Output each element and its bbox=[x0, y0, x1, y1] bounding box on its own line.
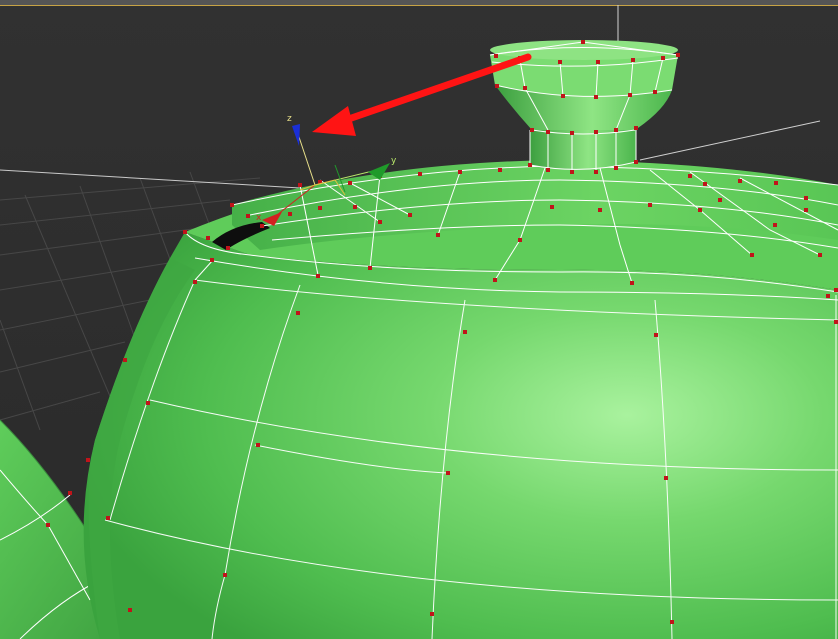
grid-horizon-line-left bbox=[0, 169, 301, 189]
mesh-vertex[interactable] bbox=[463, 330, 467, 334]
perspective-viewport[interactable]: z y x bbox=[0, 0, 838, 639]
red-arrow-icon bbox=[312, 53, 532, 136]
mesh-vertex[interactable] bbox=[688, 174, 692, 178]
grid-horizon-line-right bbox=[639, 120, 821, 161]
mesh-vertex[interactable] bbox=[446, 471, 450, 475]
mesh-vertex[interactable] bbox=[826, 294, 830, 298]
mesh-vertex[interactable] bbox=[834, 288, 838, 292]
mesh-vertex[interactable] bbox=[226, 246, 230, 250]
mesh-vertex[interactable] bbox=[418, 172, 422, 176]
mesh-vertex[interactable] bbox=[494, 54, 498, 58]
mesh-vertex[interactable] bbox=[581, 40, 585, 44]
mesh-vertex[interactable] bbox=[676, 53, 680, 57]
mesh-vertex[interactable] bbox=[774, 181, 778, 185]
mesh-vertex[interactable] bbox=[353, 205, 357, 209]
mesh-vertex[interactable] bbox=[430, 612, 434, 616]
mesh-vertex[interactable] bbox=[546, 130, 550, 134]
mesh-vertex[interactable] bbox=[738, 179, 742, 183]
mesh-vertex[interactable] bbox=[318, 206, 322, 210]
teapot-body[interactable] bbox=[83, 232, 838, 639]
mesh-vertex[interactable] bbox=[630, 281, 634, 285]
mesh-vertex[interactable] bbox=[206, 236, 210, 240]
mesh-vertex[interactable] bbox=[661, 56, 665, 60]
mesh-vertex[interactable] bbox=[378, 220, 382, 224]
mesh-vertex[interactable] bbox=[570, 131, 574, 135]
mesh-vertex[interactable] bbox=[193, 280, 197, 284]
mesh-vertex[interactable] bbox=[530, 128, 534, 132]
mesh-vertex[interactable] bbox=[628, 93, 632, 97]
mesh-vertex[interactable] bbox=[653, 90, 657, 94]
mesh-vertex[interactable] bbox=[518, 238, 522, 242]
mesh-vertex[interactable] bbox=[246, 214, 250, 218]
viewport-scene[interactable]: z y x bbox=[0, 0, 838, 639]
mesh-vertex[interactable] bbox=[46, 523, 50, 527]
mesh-vertex[interactable] bbox=[230, 203, 234, 207]
mesh-vertex[interactable] bbox=[106, 516, 110, 520]
mesh-vertex[interactable] bbox=[804, 196, 808, 200]
mesh-vertex[interactable] bbox=[614, 128, 618, 132]
mesh-vertex[interactable] bbox=[210, 258, 214, 262]
mesh-vertex[interactable] bbox=[570, 170, 574, 174]
mesh-vertex[interactable] bbox=[368, 266, 372, 270]
mesh-vertex[interactable] bbox=[773, 223, 777, 227]
mesh-vertex[interactable] bbox=[654, 333, 658, 337]
mesh-vertex[interactable] bbox=[703, 182, 707, 186]
gizmo-z-arrowhead bbox=[292, 124, 300, 146]
gizmo-y-label: y bbox=[391, 156, 397, 166]
gizmo-x-label: x bbox=[256, 213, 262, 223]
mesh-vertex[interactable] bbox=[298, 183, 302, 187]
mesh-vertex[interactable] bbox=[550, 205, 554, 209]
mesh-vertex[interactable] bbox=[528, 163, 532, 167]
mesh-vertex[interactable] bbox=[634, 160, 638, 164]
mesh-vertex[interactable] bbox=[348, 181, 352, 185]
mesh-vertex[interactable] bbox=[594, 130, 598, 134]
mesh-vertex[interactable] bbox=[146, 401, 150, 405]
mesh-vertex[interactable] bbox=[546, 168, 550, 172]
mesh-vertex[interactable] bbox=[664, 476, 668, 480]
mesh-vertex[interactable] bbox=[436, 233, 440, 237]
mesh-vertex[interactable] bbox=[648, 203, 652, 207]
mesh-vertex[interactable] bbox=[698, 208, 702, 212]
mesh-vertex[interactable] bbox=[458, 170, 462, 174]
mesh-vertex[interactable] bbox=[495, 84, 499, 88]
mesh-vertex[interactable] bbox=[631, 58, 635, 62]
mesh-vertex[interactable] bbox=[614, 166, 618, 170]
mesh-vertex[interactable] bbox=[594, 170, 598, 174]
mesh-vertex[interactable] bbox=[498, 168, 502, 172]
gizmo-z-label: z bbox=[287, 114, 292, 124]
mesh-vertex[interactable] bbox=[670, 620, 674, 624]
mesh-vertex[interactable] bbox=[804, 208, 808, 212]
mesh-vertex[interactable] bbox=[223, 573, 227, 577]
mesh-vertex[interactable] bbox=[594, 95, 598, 99]
mesh-vertex[interactable] bbox=[750, 253, 754, 257]
mesh-vertex[interactable] bbox=[260, 224, 264, 228]
mesh-vertex[interactable] bbox=[523, 86, 527, 90]
mesh-vertex[interactable] bbox=[718, 198, 722, 202]
mesh-vertex[interactable] bbox=[316, 274, 320, 278]
mesh-vertex[interactable] bbox=[68, 491, 72, 495]
mesh-vertex[interactable] bbox=[86, 458, 90, 462]
mesh-vertex[interactable] bbox=[596, 60, 600, 64]
mesh-vertex[interactable] bbox=[128, 608, 132, 612]
mesh-vertex[interactable] bbox=[183, 230, 187, 234]
mesh-vertex[interactable] bbox=[256, 443, 260, 447]
mesh-vertex[interactable] bbox=[834, 320, 838, 324]
mesh-vertex[interactable] bbox=[598, 208, 602, 212]
mesh-vertex[interactable] bbox=[561, 94, 565, 98]
mesh-vertex[interactable] bbox=[558, 60, 562, 64]
mesh-vertex[interactable] bbox=[296, 311, 300, 315]
mesh-vertex[interactable] bbox=[818, 253, 822, 257]
mesh-vertex[interactable] bbox=[634, 126, 638, 130]
mesh-vertex[interactable] bbox=[288, 212, 292, 216]
mesh-vertex[interactable] bbox=[408, 213, 412, 217]
mesh-vertex[interactable] bbox=[493, 278, 497, 282]
mesh-vertex[interactable] bbox=[123, 358, 127, 362]
